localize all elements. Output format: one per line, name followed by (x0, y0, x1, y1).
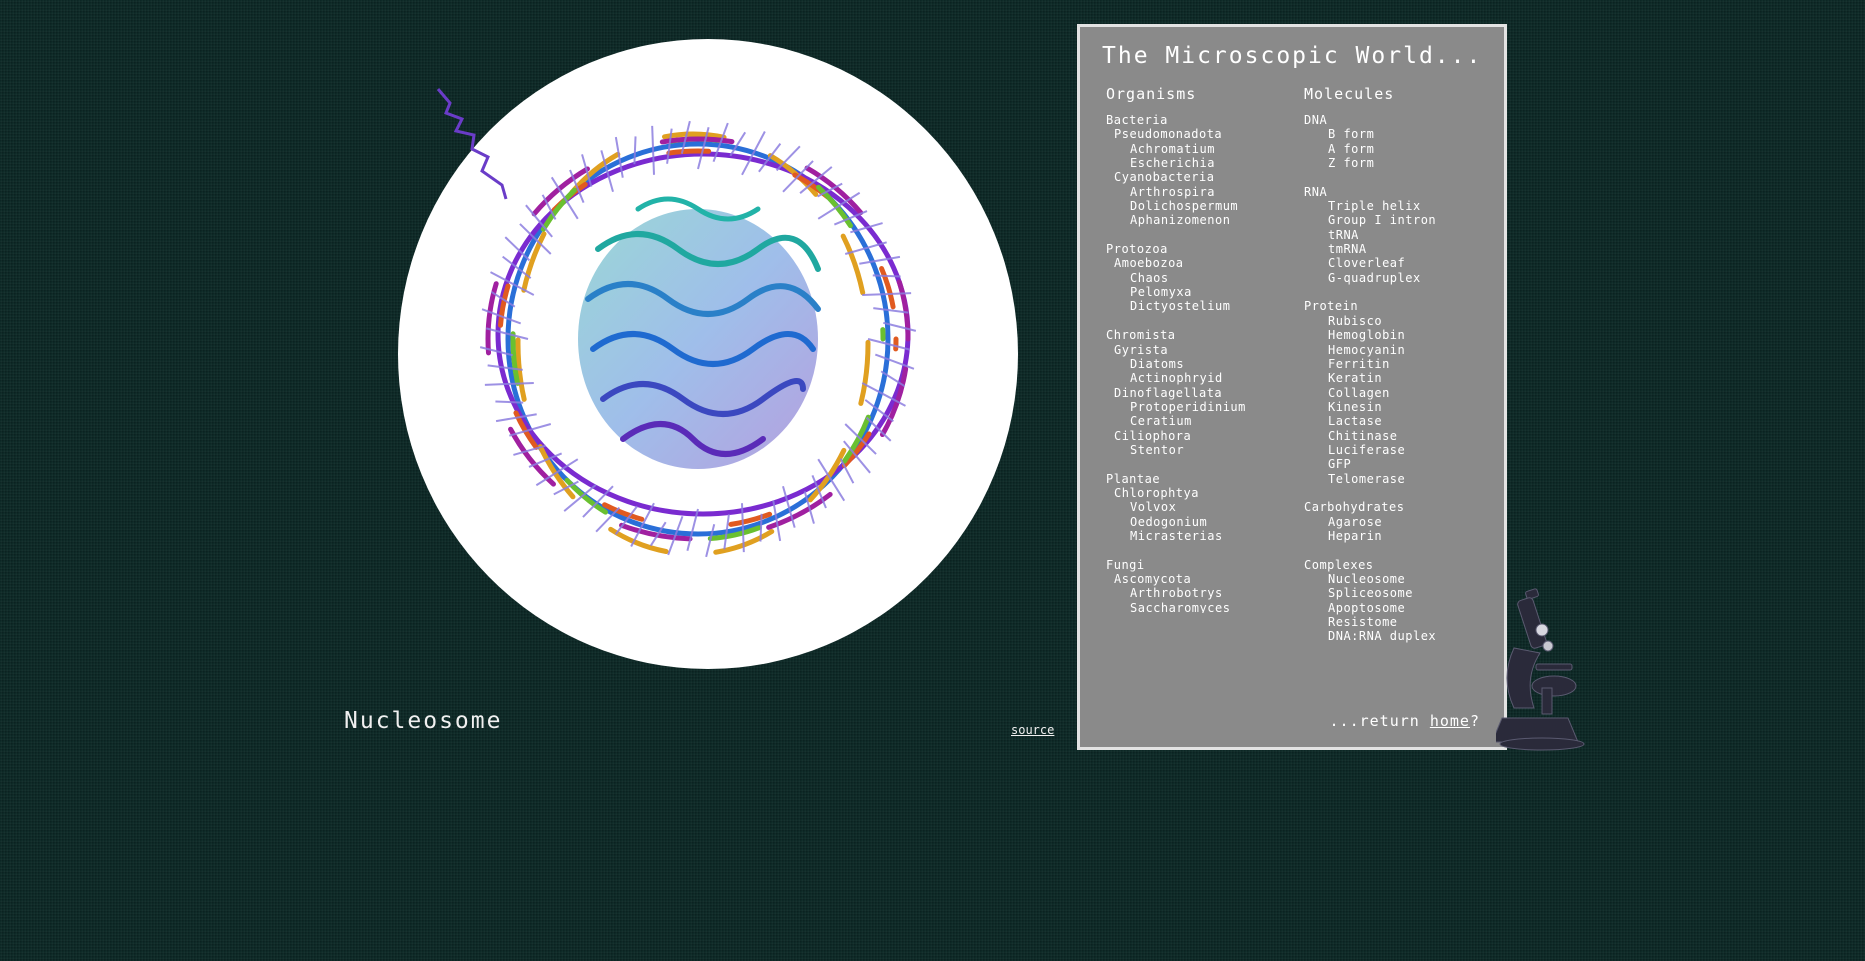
organism-item: Plantae (1106, 471, 1161, 486)
organism-item[interactable]: Arthrospira (1106, 185, 1296, 199)
molecule-item[interactable]: B form (1304, 127, 1494, 141)
organism-item[interactable]: Chaos (1106, 271, 1296, 285)
molecule-item: RNA (1304, 184, 1328, 199)
molecule-item[interactable]: Cloverleaf (1304, 256, 1494, 270)
organism-item: Protozoa (1106, 242, 1168, 257)
molecule-item[interactable]: Hemoglobin (1304, 328, 1494, 342)
molecule-item[interactable]: Z form (1304, 156, 1494, 170)
organism-item[interactable]: Oedogonium (1106, 515, 1296, 529)
molecule-viewer (398, 39, 1018, 669)
molecule-item: Carbohydrates (1304, 500, 1405, 515)
organism-item: Chlorophtya (1114, 485, 1199, 500)
organism-item[interactable]: Pelomyxa (1106, 285, 1296, 299)
molecule-item[interactable]: G-quadruplex (1304, 271, 1494, 285)
organism-item[interactable]: Ceratium (1106, 414, 1296, 428)
molecule-item[interactable]: Spliceosome (1304, 586, 1494, 600)
organism-item: Chromista (1106, 328, 1176, 343)
molecule-item[interactable]: Kinesin (1304, 400, 1494, 414)
source-link[interactable]: source (1011, 723, 1054, 737)
organism-item: Amoebozoa (1114, 256, 1184, 271)
organism-item: Fungi (1106, 557, 1145, 572)
molecule-item[interactable]: Heparin (1304, 529, 1494, 543)
molecule-item[interactable]: Chitinase (1304, 429, 1494, 443)
navigation-panel: The Microscopic World... Organisms Molec… (1077, 24, 1507, 750)
molecule-item[interactable]: Hemocyanin (1304, 343, 1494, 357)
molecule-item[interactable]: tRNA (1304, 228, 1494, 242)
organism-item: Pseudomonadota (1114, 127, 1223, 142)
organism-item[interactable]: Dictyostelium (1106, 299, 1296, 313)
nucleosome-ribbon-image (436, 88, 917, 558)
organism-item: Bacteria (1106, 113, 1168, 127)
organism-item[interactable]: Diatoms (1106, 357, 1296, 371)
return-home: ...return home? (1330, 712, 1480, 730)
molecule-item[interactable]: A form (1304, 142, 1494, 156)
molecule-item[interactable]: Luciferase (1304, 443, 1494, 457)
molecule-item[interactable]: Resistome (1304, 615, 1494, 629)
organism-item[interactable]: Volvox (1106, 500, 1296, 514)
organism-item[interactable]: Stentor (1106, 443, 1296, 457)
molecule-item[interactable]: Ferritin (1304, 357, 1494, 371)
molecule-item[interactable]: Apoptosome (1304, 601, 1494, 615)
return-suffix: ? (1469, 712, 1480, 730)
organism-item: Ciliophora (1114, 428, 1192, 443)
organisms-heading: Organisms (1106, 85, 1197, 103)
molecule-caption: Nucleosome (344, 708, 503, 734)
molecule-item[interactable]: Triple helix (1304, 199, 1494, 213)
return-prefix: ...return (1329, 712, 1430, 730)
molecule-item: DNA (1304, 113, 1328, 127)
molecule-item[interactable]: Collagen (1304, 386, 1494, 400)
molecule-item[interactable]: Rubisco (1304, 314, 1494, 328)
microscope-icon (1496, 588, 1585, 751)
organism-item: Ascomycota (1114, 572, 1192, 586)
molecule-item: Complexes (1304, 557, 1374, 572)
molecules-list: DNA B form A form Z form RNA Triple helix Grou… (1304, 113, 1494, 644)
organisms-list: Bacteria Pseudomonadota Achromatium Escheri… (1106, 113, 1296, 613)
molecule-item[interactable]: Group I intron (1304, 213, 1494, 227)
molecule-item[interactable]: Agarose (1304, 515, 1494, 529)
organism-item[interactable]: Achromatium (1106, 142, 1296, 156)
organism-item[interactable]: Saccharomyces (1106, 601, 1296, 613)
molecule-item[interactable]: Telomerase (1304, 472, 1494, 486)
home-link[interactable]: home (1430, 712, 1470, 730)
organism-item[interactable]: Micrasterias (1106, 529, 1296, 543)
molecule-item[interactable]: tmRNA (1304, 242, 1494, 256)
panel-title: The Microscopic World... (1102, 43, 1483, 69)
organism-item[interactable]: Arthrobotrys (1106, 586, 1296, 600)
organism-item[interactable]: Aphanizomenon (1106, 213, 1296, 227)
molecule-item[interactable]: Keratin (1304, 371, 1494, 385)
organism-item: Gyrista (1114, 342, 1169, 357)
molecule-item[interactable]: Nucleosome (1304, 572, 1494, 586)
molecule-item: Protein (1304, 299, 1359, 314)
molecules-heading: Molecules (1304, 85, 1395, 103)
molecule-item[interactable]: GFP (1304, 457, 1494, 471)
organism-item[interactable]: Dolichospermum (1106, 199, 1296, 213)
organism-item[interactable]: Protoperidinium (1106, 400, 1296, 414)
organism-item: Dinoflagellata (1114, 385, 1223, 400)
organism-item[interactable]: Actinophryid (1106, 371, 1296, 385)
molecule-item[interactable]: DNA:RNA duplex (1304, 629, 1494, 643)
organism-item: Cyanobacteria (1114, 170, 1215, 185)
organism-item[interactable]: Escherichia (1106, 156, 1296, 170)
molecule-item[interactable]: Lactase (1304, 414, 1494, 428)
